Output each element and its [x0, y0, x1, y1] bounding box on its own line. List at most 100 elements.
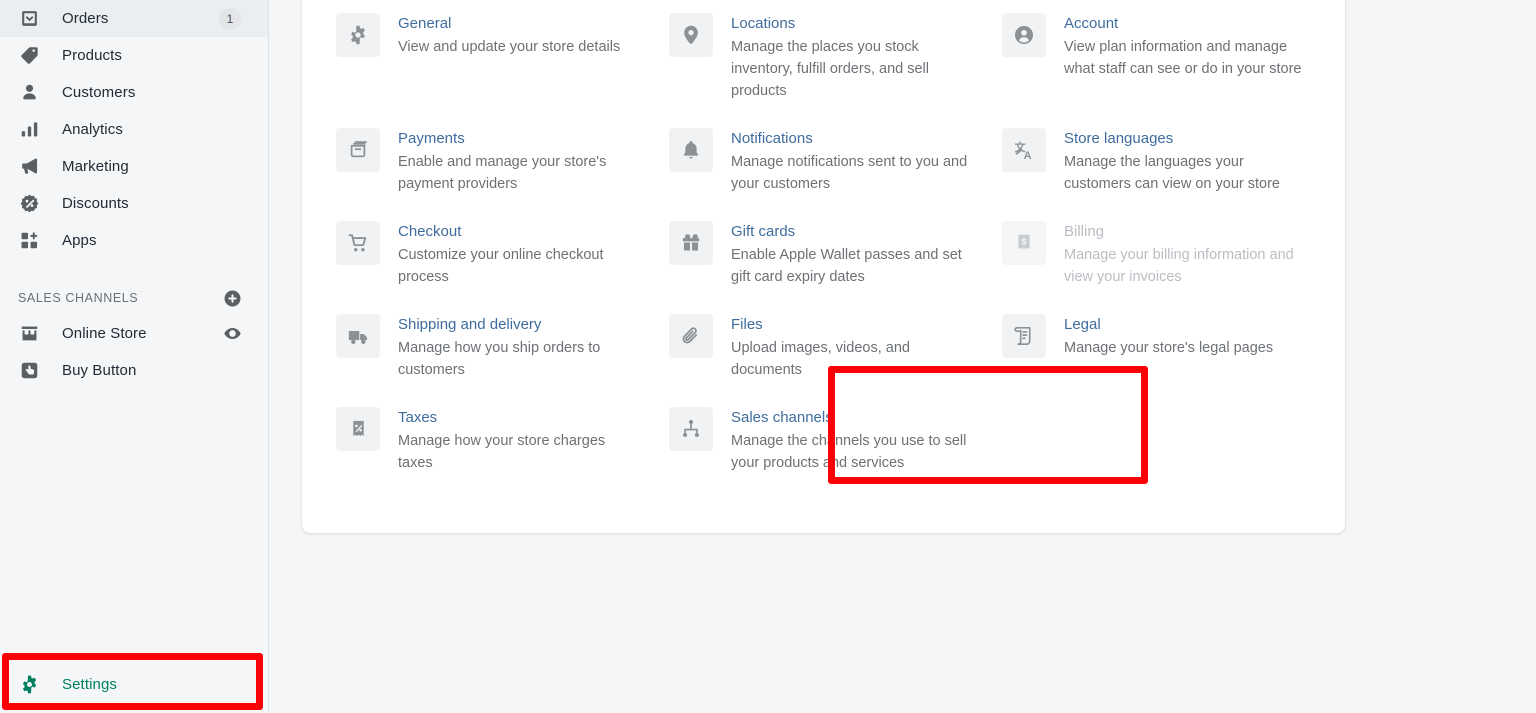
- setting-notifications[interactable]: Notifications Manage notifications sent …: [657, 115, 990, 208]
- setting-title: Taxes: [398, 409, 438, 426]
- sidebar-item-label: Marketing: [62, 158, 129, 175]
- sidebar-item-label: Buy Button: [62, 362, 137, 379]
- settings-grid-card: General View and update your store detai…: [302, 0, 1345, 533]
- setting-title: General: [398, 15, 452, 32]
- gear-icon: [18, 674, 40, 696]
- setting-files[interactable]: Files Upload images, videos, and documen…: [657, 301, 990, 394]
- setting-title: Sales channels: [731, 409, 833, 426]
- tax-receipt-icon: [336, 407, 380, 451]
- setting-title: Account: [1064, 15, 1119, 32]
- setting-description: Manage the places you stock inventory, f…: [731, 39, 929, 99]
- sidebar-item-label: Analytics: [62, 121, 123, 138]
- sidebar-nav-list: Orders 1 Products Customers Analytics Ma…: [0, 0, 268, 389]
- setting-title: Checkout: [398, 223, 462, 240]
- setting-description: Manage how your store charges taxes: [398, 433, 606, 471]
- setting-description: Manage how you ship orders to customers: [398, 340, 601, 378]
- svg-text:A: A: [1023, 150, 1031, 162]
- account-icon: [1002, 13, 1046, 57]
- sidebar-item-orders[interactable]: Orders 1: [0, 0, 268, 37]
- sidebar-item-label: Settings: [62, 676, 117, 693]
- sidebar-footer: Settings: [0, 666, 269, 713]
- setting-text: Taxes Manage how your store charges taxe…: [398, 407, 639, 474]
- gear-icon: [336, 13, 380, 57]
- plus-circle-icon[interactable]: [222, 288, 242, 308]
- setting-description: Enable Apple Wallet passes and set gift …: [731, 247, 962, 285]
- setting-description: View plan information and manage what st…: [1064, 39, 1302, 77]
- orders-count-badge: 1: [219, 7, 241, 30]
- analytics-icon: [18, 119, 40, 141]
- setting-gift-cards[interactable]: Gift cards Enable Apple Wallet passes an…: [657, 208, 990, 301]
- setting-legal[interactable]: Legal Manage your store's legal pages: [990, 301, 1323, 394]
- apps-icon: [18, 230, 40, 252]
- sidebar-item-analytics[interactable]: Analytics: [0, 111, 268, 148]
- orders-icon: [18, 8, 40, 30]
- billing-receipt-icon: $: [1002, 221, 1046, 265]
- sidebar-item-label: Products: [62, 47, 122, 64]
- setting-title: Files: [731, 316, 763, 333]
- setting-text: Account View plan information and manage…: [1064, 13, 1305, 80]
- storefront-icon: [18, 323, 40, 345]
- sales-channels-title: SALES CHANNELS: [18, 291, 139, 305]
- svg-text:$: $: [1022, 237, 1027, 247]
- settings-grid: General View and update your store detai…: [302, 0, 1345, 487]
- setting-title: Payments: [398, 130, 465, 147]
- setting-description: Manage your store's legal pages: [1064, 340, 1274, 356]
- setting-text: Notifications Manage notifications sent …: [731, 128, 972, 195]
- sales-channels-section-header: SALES CHANNELS: [0, 281, 268, 315]
- setting-text: Gift cards Enable Apple Wallet passes an…: [731, 221, 972, 288]
- setting-description: Customize your online checkout process: [398, 247, 604, 285]
- sidebar-item-label: Orders: [62, 10, 109, 27]
- sidebar-item-marketing[interactable]: Marketing: [0, 148, 268, 185]
- sidebar-item-customers[interactable]: Customers: [0, 74, 268, 111]
- setting-store-languages[interactable]: 文 A Store languages Manage the languages…: [990, 115, 1323, 208]
- setting-account[interactable]: Account View plan information and manage…: [990, 0, 1323, 115]
- bell-icon: [669, 128, 713, 172]
- setting-text: Sales channels Manage the channels you u…: [731, 407, 972, 474]
- sidebar: Orders 1 Products Customers Analytics Ma…: [0, 0, 269, 713]
- products-icon: [18, 45, 40, 67]
- sidebar-item-discounts[interactable]: Discounts: [0, 185, 268, 222]
- setting-title: Notifications: [731, 130, 813, 147]
- setting-text: Store languages Manage the languages you…: [1064, 128, 1305, 195]
- truck-icon: [336, 314, 380, 358]
- setting-sales-channels[interactable]: Sales channels Manage the channels you u…: [657, 394, 990, 487]
- setting-description: Enable and manage your store's payment p…: [398, 154, 607, 192]
- sidebar-item-label: Online Store: [62, 325, 147, 342]
- legal-scroll-icon: [1002, 314, 1046, 358]
- discounts-icon: [18, 193, 40, 215]
- setting-title: Locations: [731, 15, 796, 32]
- sidebar-item-label: Apps: [62, 232, 97, 249]
- setting-billing: $ Billing Manage your billing informatio…: [990, 208, 1323, 301]
- setting-title: Gift cards: [731, 223, 796, 240]
- sidebar-item-apps[interactable]: Apps: [0, 222, 268, 259]
- setting-locations[interactable]: Locations Manage the places you stock in…: [657, 0, 990, 115]
- setting-general[interactable]: General View and update your store detai…: [324, 0, 657, 115]
- setting-payments[interactable]: Payments Enable and manage your store's …: [324, 115, 657, 208]
- setting-shipping-and-delivery[interactable]: Shipping and delivery Manage how you shi…: [324, 301, 657, 394]
- customers-icon: [18, 82, 40, 104]
- setting-title: Store languages: [1064, 130, 1174, 147]
- payments-icon: [336, 128, 380, 172]
- sidebar-item-online-store[interactable]: Online Store: [0, 315, 268, 352]
- setting-title: Legal: [1064, 316, 1101, 333]
- setting-text: Checkout Customize your online checkout …: [398, 221, 639, 288]
- sidebar-item-buy-button[interactable]: Buy Button: [0, 352, 268, 389]
- setting-text: Files Upload images, videos, and documen…: [731, 314, 972, 381]
- main-content: General View and update your store detai…: [269, 0, 1536, 713]
- setting-taxes[interactable]: Taxes Manage how your store charges taxe…: [324, 394, 657, 487]
- buy-button-icon: [18, 360, 40, 382]
- setting-description: Manage your billing information and view…: [1064, 247, 1294, 285]
- marketing-icon: [18, 156, 40, 178]
- setting-text: Shipping and delivery Manage how you shi…: [398, 314, 639, 381]
- sidebar-item-settings[interactable]: Settings: [0, 666, 269, 703]
- setting-checkout[interactable]: Checkout Customize your online checkout …: [324, 208, 657, 301]
- setting-description: Manage notifications sent to you and you…: [731, 154, 968, 192]
- setting-text: Payments Enable and manage your store's …: [398, 128, 639, 195]
- setting-description: View and update your store details: [398, 39, 621, 55]
- sales-channels-icon: [669, 407, 713, 451]
- eye-icon[interactable]: [222, 324, 242, 344]
- sidebar-item-products[interactable]: Products: [0, 37, 268, 74]
- location-pin-icon: [669, 13, 713, 57]
- setting-description: Manage the channels you use to sell your…: [731, 433, 967, 471]
- setting-description: Manage the languages your customers can …: [1064, 154, 1280, 192]
